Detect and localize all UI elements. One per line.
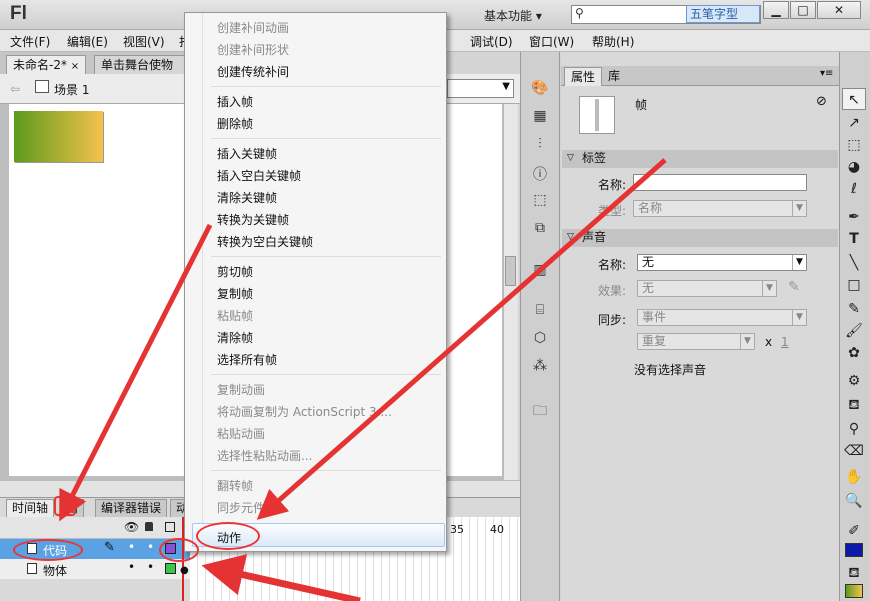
annotation-arrows — [59, 158, 667, 601]
arrow — [201, 554, 361, 601]
arrow — [59, 223, 213, 522]
arrow — [256, 158, 667, 520]
